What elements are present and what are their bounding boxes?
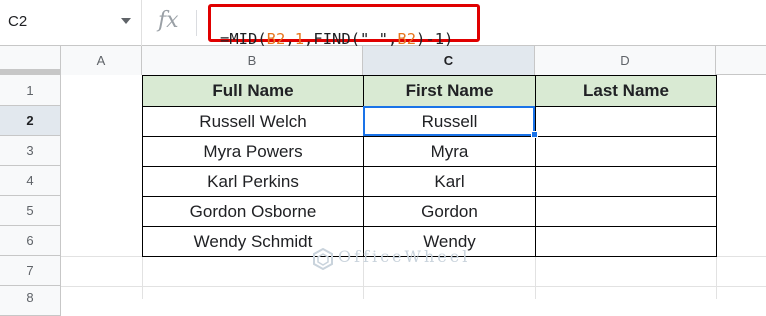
cell-c1[interactable]: First Name bbox=[363, 75, 536, 107]
formula-bar-divider bbox=[196, 10, 197, 36]
first-name-value: Karl bbox=[434, 171, 465, 191]
active-cell-selection[interactable] bbox=[363, 106, 535, 136]
cell-b5[interactable]: Gordon Osborne bbox=[142, 196, 364, 227]
cell-d6[interactable] bbox=[535, 226, 717, 257]
header-full-name: Full Name bbox=[212, 81, 294, 100]
row-header-1[interactable]: 1 bbox=[0, 75, 61, 106]
row-header-7[interactable]: 7 bbox=[0, 256, 61, 286]
column-header-b[interactable]: B bbox=[142, 46, 363, 75]
column-header-d[interactable]: D bbox=[535, 46, 716, 75]
frozen-row-handle[interactable] bbox=[0, 69, 61, 74]
cell-c4[interactable]: Karl bbox=[363, 166, 536, 197]
full-name-value: Russell Welch bbox=[199, 111, 307, 131]
row-header-8[interactable]: 8 bbox=[0, 286, 61, 316]
cell-c3[interactable]: Myra bbox=[363, 136, 536, 167]
cell-d2[interactable] bbox=[535, 106, 717, 137]
cell-b4[interactable]: Karl Perkins bbox=[142, 166, 364, 197]
gridline bbox=[61, 286, 766, 287]
cell-d4[interactable] bbox=[535, 166, 717, 197]
cell-d3[interactable] bbox=[535, 136, 717, 167]
cell-b1[interactable]: Full Name bbox=[142, 75, 364, 107]
first-name-value: Myra bbox=[430, 141, 469, 161]
row-header-2[interactable]: 2 bbox=[0, 106, 61, 136]
header-last-name: Last Name bbox=[583, 81, 669, 100]
full-name-value: Gordon Osborne bbox=[189, 201, 317, 221]
full-name-value: Karl Perkins bbox=[207, 171, 299, 191]
officewheel-logo-icon bbox=[313, 248, 333, 270]
cell-b3[interactable]: Myra Powers bbox=[142, 136, 364, 167]
column-header-c[interactable]: C bbox=[363, 46, 535, 75]
cell-c5[interactable]: Gordon bbox=[363, 196, 536, 227]
row-header-4[interactable]: 4 bbox=[0, 166, 61, 196]
column-header-a[interactable]: A bbox=[61, 46, 142, 75]
chevron-down-icon[interactable] bbox=[121, 18, 131, 24]
row-header-3[interactable]: 3 bbox=[0, 136, 61, 166]
full-name-value: Wendy Schmidt bbox=[193, 231, 313, 251]
name-box-value: C2 bbox=[8, 13, 28, 30]
header-first-name: First Name bbox=[405, 81, 494, 100]
full-name-value: Myra Powers bbox=[203, 141, 303, 161]
watermark-text: OfficeWheel bbox=[338, 247, 471, 266]
cell-d1[interactable]: Last Name bbox=[535, 75, 717, 107]
fill-handle[interactable] bbox=[531, 131, 538, 138]
cell-b2[interactable]: Russell Welch bbox=[142, 106, 364, 137]
formula-input[interactable]: =MID(B2,1,FIND(" ",B2)-1) bbox=[220, 12, 453, 48]
row-header-5[interactable]: 5 bbox=[0, 196, 61, 226]
first-name-value: Gordon bbox=[421, 201, 478, 221]
fx-icon: fx bbox=[158, 8, 179, 33]
cell-d5[interactable] bbox=[535, 196, 717, 227]
row-header-6[interactable]: 6 bbox=[0, 226, 61, 256]
